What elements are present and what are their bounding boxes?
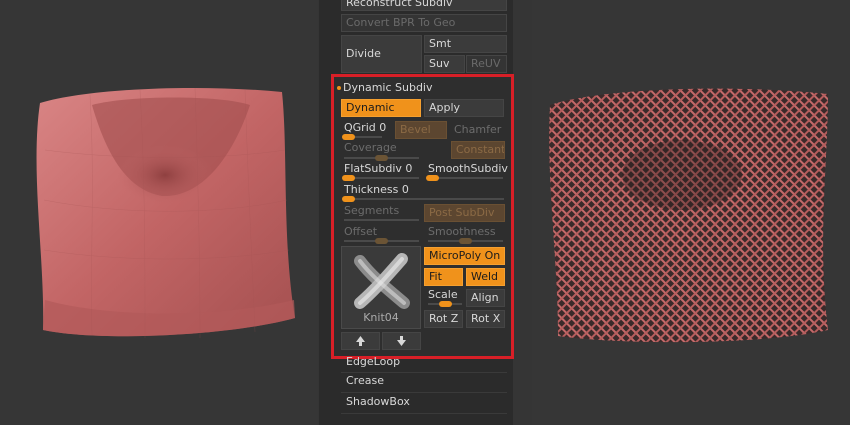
edgeloop-subpalette[interactable]: EdgeLoop <box>346 355 400 369</box>
flatsubdiv-slider-track[interactable] <box>344 177 419 179</box>
smoothsubdiv-slider-track[interactable] <box>428 177 503 179</box>
weld-toggle[interactable]: Weld <box>466 268 505 286</box>
arrow-up-icon <box>356 336 365 346</box>
convert-bpr-to-geo-button[interactable]: Convert BPR To Geo <box>341 14 507 32</box>
divider <box>341 413 507 414</box>
dynamic-toggle[interactable]: Dynamic <box>341 99 421 117</box>
thickness-slider-handle[interactable] <box>342 196 355 202</box>
apply-button[interactable]: Apply <box>424 99 504 117</box>
micropoly-thumbnail-label: Knit04 <box>363 311 399 324</box>
smoothsubdiv-label: SmoothSubdiv <box>428 162 508 175</box>
flatsubdiv-slider-label: FlatSubdiv 0 <box>344 162 412 176</box>
flatsubdiv-label: FlatSubdiv <box>344 162 402 175</box>
post-subdiv-toggle[interactable]: Post SubDiv <box>424 204 505 222</box>
arrow-down-icon <box>397 336 406 346</box>
smoothness-slider-handle[interactable] <box>459 238 472 244</box>
qgrid-slider-handle[interactable] <box>342 134 355 140</box>
align-toggle[interactable]: Align <box>466 289 505 307</box>
micropoly-on-toggle[interactable]: MicroPoly On <box>424 247 505 265</box>
viewport-knit-model[interactable] <box>532 0 850 425</box>
segments-label: Segments <box>344 204 400 217</box>
offset-slider-handle[interactable] <box>375 238 388 244</box>
flatsubdiv-slider-handle[interactable] <box>342 175 355 181</box>
bevel-toggle[interactable]: Bevel <box>395 121 447 139</box>
qgrid-label: QGrid <box>344 121 376 134</box>
chamfer-label[interactable]: Chamfer <box>454 123 501 137</box>
scale-label: Scale <box>428 288 458 301</box>
qgrid-value: 0 <box>379 121 387 134</box>
dynamic-subdiv-section: Dynamic Subdiv Dynamic Apply QGrid 0 Bev… <box>331 74 514 359</box>
suv-toggle[interactable]: Suv <box>424 55 465 73</box>
coverage-label: Coverage <box>344 141 397 154</box>
scale-slider-handle[interactable] <box>439 301 452 307</box>
dynamic-subdiv-title[interactable]: Dynamic Subdiv <box>343 81 433 95</box>
thickness-slider-label: Thickness 0 <box>344 183 409 197</box>
shadowbox-subpalette[interactable]: ShadowBox <box>346 395 410 409</box>
qgrid-slider-label: QGrid 0 <box>344 121 386 135</box>
smoothsubdiv-slider-handle[interactable] <box>426 175 439 181</box>
viewport-smooth-model[interactable] <box>0 0 318 425</box>
knit-cushion-model <box>549 88 828 343</box>
smooth-cushion-model <box>36 87 296 339</box>
smoothness-label: Smoothness <box>428 225 496 238</box>
knit-mesh-preview-icon <box>354 253 410 309</box>
offset-label: Offset <box>344 225 378 238</box>
section-bullet-icon <box>337 86 341 90</box>
rot-z-button[interactable]: Rot Z <box>424 310 463 328</box>
divider <box>341 372 507 373</box>
divider <box>341 392 507 393</box>
subdivision-palette: Reconstruct Subdiv Convert BPR To Geo Di… <box>319 0 514 425</box>
crease-subpalette[interactable]: Crease <box>346 374 384 388</box>
coverage-slider-handle[interactable] <box>375 155 388 161</box>
next-mesh-button[interactable] <box>382 332 421 350</box>
micropoly-thumbnail[interactable]: Knit04 <box>341 246 421 329</box>
fit-toggle[interactable]: Fit <box>424 268 463 286</box>
flatsubdiv-value: 0 <box>405 162 413 175</box>
thickness-slider-track[interactable] <box>344 198 504 200</box>
thickness-label: Thickness <box>344 183 399 196</box>
reuv-button[interactable]: ReUV <box>466 55 507 73</box>
thickness-value: 0 <box>401 183 409 196</box>
reconstruct-subdiv-button[interactable]: Reconstruct Subdiv <box>341 0 507 11</box>
segments-slider-track[interactable] <box>344 219 419 221</box>
constant-toggle[interactable]: Constant <box>451 141 505 159</box>
smt-toggle[interactable]: Smt <box>424 35 507 53</box>
divide-button[interactable]: Divide <box>341 35 422 73</box>
previous-mesh-button[interactable] <box>341 332 380 350</box>
rot-x-button[interactable]: Rot X <box>466 310 505 328</box>
